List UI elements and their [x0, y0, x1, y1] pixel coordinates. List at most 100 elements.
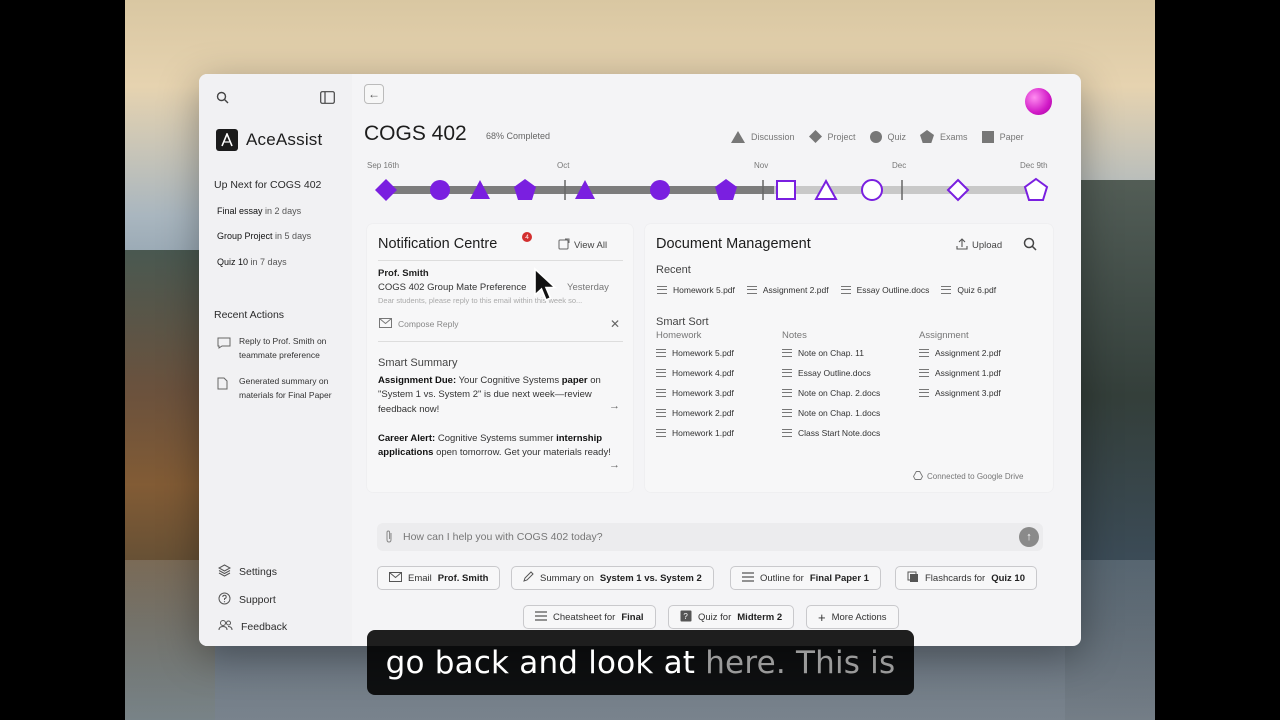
up-next-item[interactable]: Quiz 10 in 7 days — [217, 257, 287, 267]
send-button[interactable]: ↑ — [1019, 527, 1039, 547]
settings-link[interactable]: Settings — [217, 564, 277, 580]
summary-item-assignment[interactable]: Assignment Due: Your Cognitive Systems p… — [378, 374, 613, 417]
summary-item-career[interactable]: Career Alert: Cognitive Systems summer i… — [378, 432, 613, 461]
doc-item[interactable]: Homework 2.pdf — [656, 408, 734, 418]
more-actions-chip[interactable]: + More Actions — [806, 605, 899, 629]
doc-item[interactable]: Class Start Note.docs — [782, 428, 880, 438]
document-icon — [656, 389, 666, 397]
support-link[interactable]: Support — [218, 592, 276, 608]
chip-label: Email — [408, 572, 432, 584]
document-icon — [782, 349, 792, 357]
exam-marker[interactable] — [1023, 177, 1049, 201]
summary-text: Cognitive Systems summer — [435, 433, 557, 444]
doc-item[interactable]: Homework 1.pdf — [656, 428, 734, 438]
doc-item[interactable]: Assignment 3.pdf — [919, 388, 1001, 398]
project-marker[interactable] — [946, 178, 970, 202]
layers-icon — [217, 564, 232, 580]
discussion-marker[interactable] — [575, 180, 595, 199]
up-next-name: Final essay — [217, 206, 263, 216]
message-sender[interactable]: Prof. Smith — [378, 268, 429, 279]
doc-name: Homework 1.pdf — [672, 428, 734, 438]
doc-name: Assignment 1.pdf — [935, 368, 1001, 378]
avatar[interactable] — [1025, 88, 1052, 115]
chip-label-bold: System 1 vs. System 2 — [599, 572, 702, 584]
flashcards-icon — [907, 571, 919, 586]
doc-item[interactable]: Essay Outline.docs — [840, 285, 930, 295]
doc-item[interactable]: Homework 5.pdf — [656, 348, 734, 358]
document-management-panel: Document Management Upload Recent Homewo… — [645, 224, 1053, 492]
summary-chip[interactable]: Summary on System 1 vs. System 2 — [511, 566, 714, 590]
document-management-title: Document Management — [656, 236, 811, 252]
quiz-marker[interactable] — [650, 180, 670, 200]
flashcards-chip[interactable]: Flashcards for Quiz 10 — [895, 566, 1037, 590]
arrow-up-icon: ↑ — [1026, 531, 1032, 543]
chip-label-bold: Final Paper 1 — [809, 572, 869, 584]
back-button[interactable]: ← — [364, 84, 384, 104]
recent-docs-list: Homework 5.pdf Assignment 2.pdf Essay Ou… — [657, 285, 996, 295]
chat-input[interactable] — [403, 523, 1003, 551]
search-icon[interactable] — [213, 88, 231, 106]
quiz-chip[interactable]: ? Quiz for Midterm 2 — [668, 605, 795, 629]
upload-button[interactable]: Upload — [956, 238, 1002, 253]
assignment-column: Assignment Assignment 2.pdf Assignment 1… — [919, 330, 1001, 408]
chip-label: Summary on — [540, 572, 594, 584]
cheatsheet-chip[interactable]: Cheatsheet for Final — [523, 605, 656, 629]
message-subject[interactable]: COGS 402 Group Mate Preference — [378, 282, 526, 293]
doc-item[interactable]: Note on Chap. 2.docs — [782, 388, 880, 398]
document-icon — [656, 429, 666, 437]
doc-item[interactable]: Note on Chap. 1.docs — [782, 408, 880, 418]
compose-reply-label: Compose Reply — [398, 319, 459, 329]
recent-action-item[interactable]: Generated summary on materials for Final… — [217, 375, 342, 402]
doc-item[interactable]: Note on Chap. 11 — [782, 348, 880, 358]
exam-marker[interactable] — [514, 179, 536, 200]
mouse-cursor-icon — [534, 267, 557, 302]
legend-project: Project — [808, 130, 856, 143]
arrow-right-icon[interactable]: → — [609, 400, 620, 412]
recent-action-item[interactable]: Reply to Prof. Smith on teammate prefere… — [217, 335, 342, 362]
caption-upcoming-text: here. This is — [695, 644, 896, 681]
legend-quiz: Quiz — [869, 130, 906, 143]
doc-item[interactable]: Homework 4.pdf — [656, 368, 734, 378]
paperclip-icon[interactable] — [385, 530, 393, 546]
recent-action-text: Generated summary on materials for Final… — [239, 375, 342, 402]
doc-item[interactable]: Homework 3.pdf — [656, 388, 734, 398]
arrow-right-icon[interactable]: → — [609, 459, 620, 471]
smart-sort-title: Smart Sort — [656, 316, 709, 328]
quiz-marker[interactable] — [430, 180, 450, 200]
doc-item[interactable]: Assignment 1.pdf — [919, 368, 1001, 378]
project-marker[interactable] — [375, 179, 397, 201]
legend-label: Paper — [999, 131, 1024, 142]
search-icon[interactable] — [1021, 235, 1039, 253]
sidebar-toggle-icon[interactable] — [318, 88, 336, 106]
up-next-item[interactable]: Final essay in 2 days — [217, 206, 301, 216]
feedback-link[interactable]: Feedback — [218, 619, 287, 634]
discussion-marker[interactable] — [470, 180, 490, 199]
compose-reply-button[interactable]: Compose Reply — [379, 318, 458, 330]
doc-item[interactable]: Assignment 2.pdf — [919, 348, 1001, 358]
google-drive-status[interactable]: Connected to Google Drive — [912, 471, 1024, 482]
doc-item[interactable]: Assignment 2.pdf — [746, 285, 829, 295]
brand-name: AceAssist — [246, 130, 323, 149]
email-prof-smith-chip[interactable]: Email Prof. Smith — [377, 566, 501, 590]
summary-label: Career Alert: — [378, 433, 436, 444]
discussion-marker[interactable] — [814, 178, 838, 200]
outline-chip[interactable]: Outline for Final Paper 1 — [730, 566, 881, 590]
legend-label: Project — [827, 131, 856, 142]
exam-marker[interactable] — [715, 179, 737, 200]
close-icon[interactable]: ✕ — [610, 317, 620, 331]
doc-name: Essay Outline.docs — [856, 285, 930, 295]
chip-label: Quiz for — [698, 611, 732, 623]
quiz-icon: ? — [680, 610, 692, 625]
quiz-marker[interactable] — [861, 179, 883, 201]
plus-icon: + — [818, 609, 826, 625]
divider — [378, 341, 623, 342]
doc-item[interactable]: Quiz 6.pdf — [941, 285, 996, 295]
view-all-label: View All — [574, 240, 608, 251]
paper-marker[interactable] — [776, 180, 796, 200]
doc-item[interactable]: Essay Outline.docs — [782, 368, 880, 378]
recent-actions-heading: Recent Actions — [214, 309, 285, 321]
summary-bold: paper — [561, 375, 588, 386]
doc-item[interactable]: Homework 5.pdf — [657, 285, 735, 295]
view-all-button[interactable]: View All — [558, 238, 607, 253]
up-next-item[interactable]: Group Project in 5 days — [217, 231, 311, 241]
